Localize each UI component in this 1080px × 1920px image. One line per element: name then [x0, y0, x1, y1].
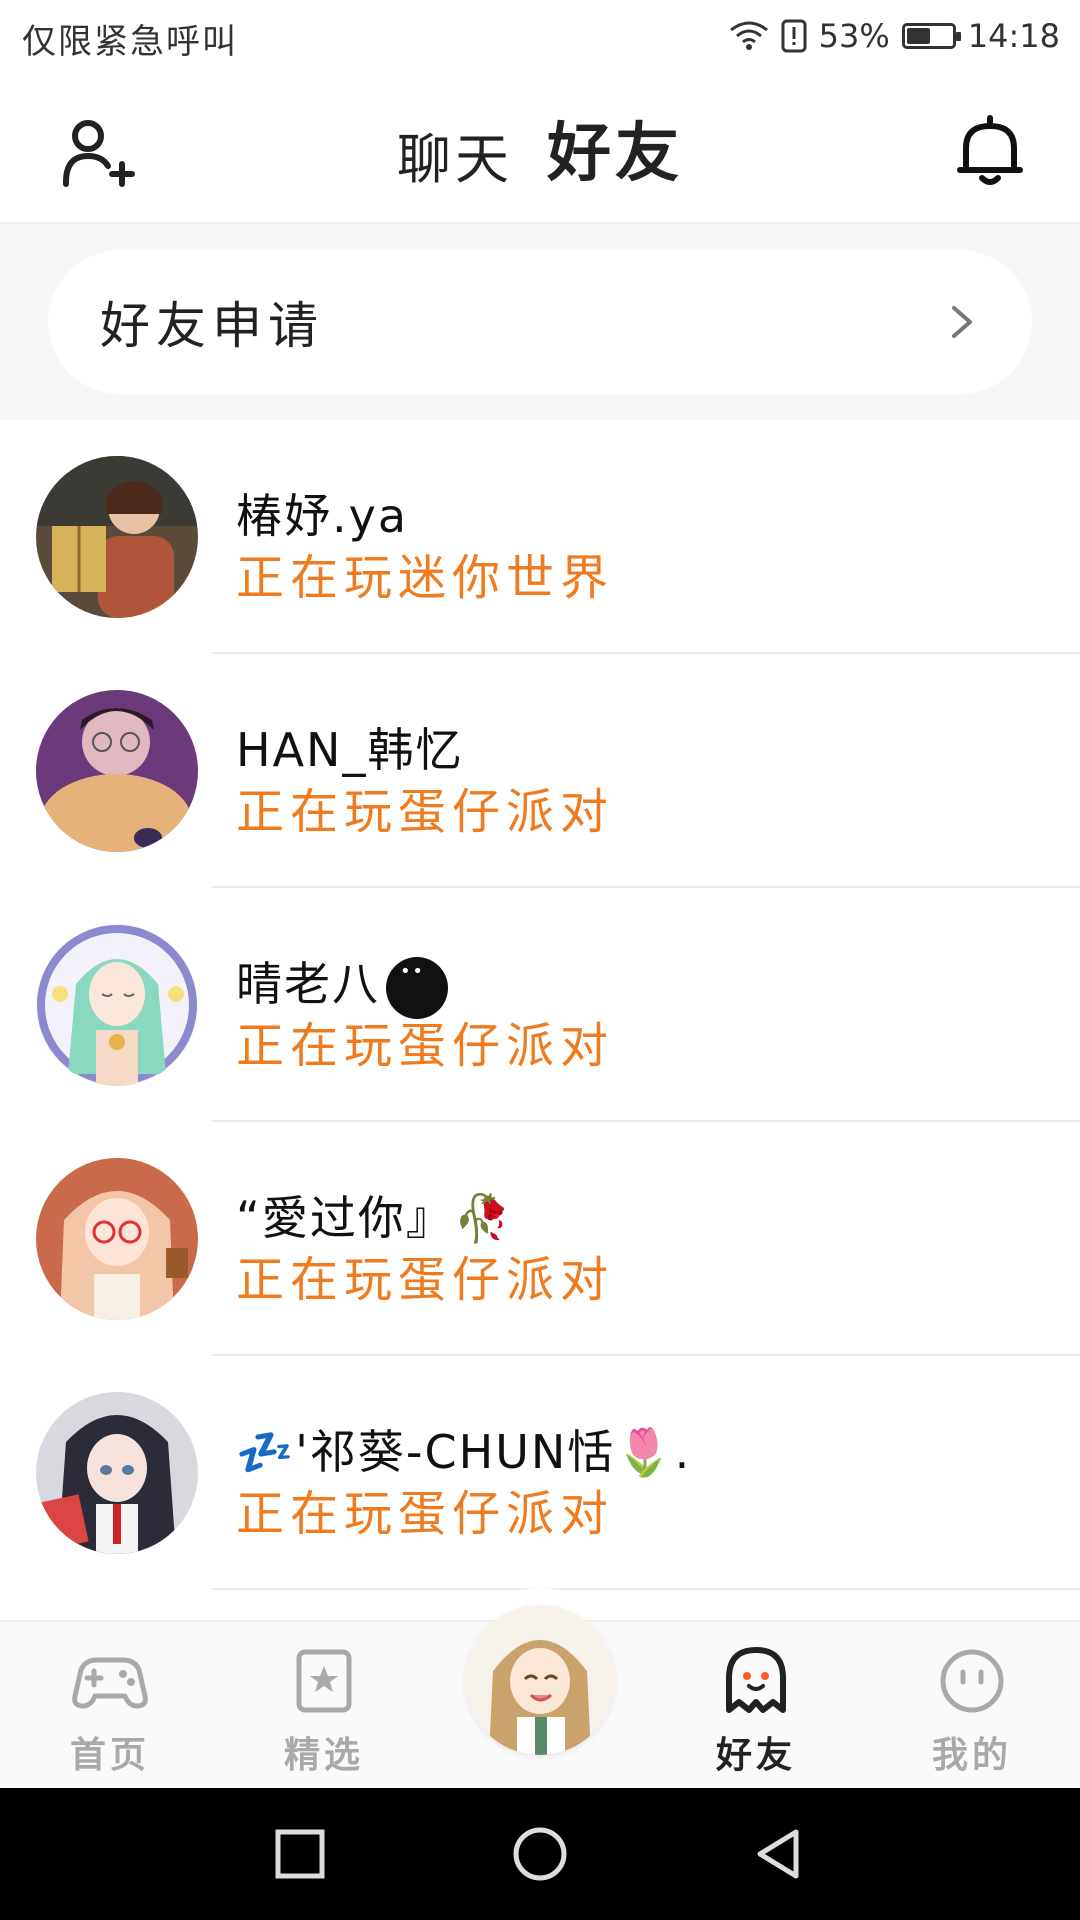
friend-list-item[interactable]: 💤'祁葵-CHUN恬🌷. 正在玩蛋仔派对	[0, 1356, 1080, 1590]
avatar	[36, 1392, 198, 1554]
avatar	[36, 456, 198, 618]
friend-status: 正在玩蛋仔派对	[236, 784, 615, 840]
friend-requests-section: 好友申请	[0, 224, 1080, 420]
smiley-icon	[940, 1649, 1004, 1713]
friend-list-item[interactable]: 椿妤.ya 正在玩迷你世界	[0, 420, 1080, 654]
friend-name: HAN_韩忆	[236, 723, 464, 777]
bell-icon	[957, 115, 1023, 185]
avatar	[36, 1158, 198, 1320]
tab-friends-label: 好友	[547, 117, 683, 191]
friend-status: 正在玩迷你世界	[236, 550, 615, 606]
status-icons: 53% 14:18	[729, 14, 1060, 58]
nav-item-featured[interactable]: 精选	[244, 1646, 404, 1778]
friend-name: 💤'祁葵-CHUN恬🌷.	[236, 1425, 692, 1479]
friend-name: “愛过你』🥀	[236, 1191, 514, 1245]
square-icon	[275, 1829, 325, 1879]
gamepad-icon	[72, 1657, 148, 1709]
friend-requests-label: 好友申请	[100, 297, 324, 355]
friend-name-text: 晴老八	[236, 957, 380, 1011]
star-icon	[296, 1649, 352, 1713]
nav-item-friends[interactable]: 好友	[676, 1646, 836, 1786]
notifications-button[interactable]	[950, 112, 1030, 192]
header: 聊天 好友	[0, 74, 1080, 238]
system-nav-bar	[0, 1788, 1080, 1920]
friend-name: 椿妤.ya	[236, 489, 409, 543]
chevron-right-icon	[952, 306, 972, 338]
friend-list-item[interactable]: 晴老八 正在玩蛋仔派对	[0, 888, 1080, 1122]
nav-label-friends: 好友	[715, 1735, 796, 1776]
alert-sim-icon	[781, 19, 807, 53]
battery-percent: 53%	[818, 17, 890, 55]
recents-button[interactable]	[270, 1824, 330, 1884]
clock: 14:18	[967, 17, 1060, 55]
header-tabs: 聊天 好友	[0, 102, 1080, 238]
carrier-text: 仅限紧急呼叫	[22, 22, 238, 62]
avatar	[36, 924, 198, 1086]
friend-requests-button[interactable]: 好友申请	[48, 250, 1032, 394]
nav-label-home: 首页	[69, 1735, 150, 1776]
avatar	[36, 690, 198, 852]
nav-label-featured: 精选	[283, 1735, 364, 1776]
triangle-back-icon	[757, 1829, 799, 1879]
circle-icon	[513, 1827, 567, 1881]
friend-status: 正在玩蛋仔派对	[236, 1252, 615, 1308]
friend-list-item[interactable]: “愛过你』🥀 正在玩蛋仔派对	[0, 1122, 1080, 1356]
friend-status: 正在玩蛋仔派对	[236, 1486, 615, 1542]
center-avatar-button[interactable]	[465, 1605, 615, 1755]
nav-label-friends-wrap: 好友	[676, 1726, 836, 1786]
wifi-icon	[729, 21, 768, 50]
battery-fill	[906, 28, 931, 44]
friend-list-item[interactable]: HAN_韩忆 正在玩蛋仔派对	[0, 654, 1080, 888]
nav-label-me: 我的	[931, 1735, 1012, 1776]
nav-item-home[interactable]: 首页	[30, 1646, 190, 1778]
tab-chat[interactable]: 聊天	[397, 115, 513, 194]
nav-item-me[interactable]: 我的	[892, 1646, 1052, 1778]
back-button[interactable]	[750, 1824, 810, 1884]
friend-status: 正在玩蛋仔派对	[236, 1018, 615, 1074]
center-avatar-image	[465, 1605, 615, 1755]
status-bar: 仅限紧急呼叫 53% 14:18	[0, 0, 1080, 74]
tab-friends[interactable]: 好友	[547, 102, 683, 238]
friend-list: 椿妤.ya 正在玩迷你世界 HAN_韩忆 正在玩蛋仔派对 晴老八• • 正在玩蛋…	[0, 420, 1080, 1590]
ghost-icon	[726, 1647, 786, 1713]
home-button[interactable]	[510, 1824, 570, 1884]
battery-icon	[901, 23, 961, 49]
